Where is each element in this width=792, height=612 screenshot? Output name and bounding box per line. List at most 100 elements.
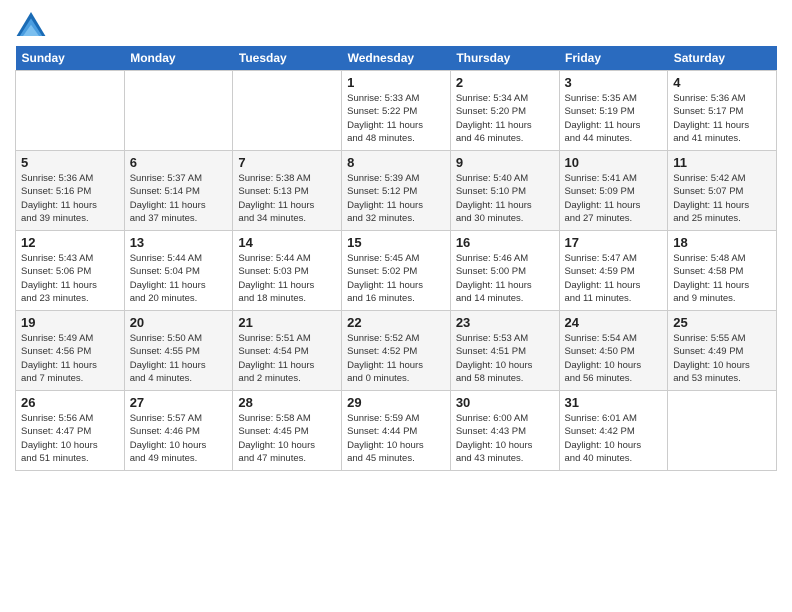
calendar-cell: 7 Sunrise: 5:38 AM Sunset: 5:13 PM Daylig… <box>233 151 342 231</box>
day-info: Sunrise: 5:34 AM Sunset: 5:20 PM Dayligh… <box>456 92 554 145</box>
day-info: Sunrise: 5:37 AM Sunset: 5:14 PM Dayligh… <box>130 172 228 225</box>
day-number: 29 <box>347 395 445 410</box>
day-info: Sunrise: 5:55 AM Sunset: 4:49 PM Dayligh… <box>673 332 771 385</box>
calendar-cell: 27 Sunrise: 5:57 AM Sunset: 4:46 PM Dayli… <box>124 391 233 471</box>
day-info: Sunrise: 5:43 AM Sunset: 5:06 PM Dayligh… <box>21 252 119 305</box>
day-number: 16 <box>456 235 554 250</box>
day-info: Sunrise: 5:36 AM Sunset: 5:16 PM Dayligh… <box>21 172 119 225</box>
calendar-cell: 26 Sunrise: 5:56 AM Sunset: 4:47 PM Dayli… <box>16 391 125 471</box>
day-number: 15 <box>347 235 445 250</box>
calendar-cell <box>233 71 342 151</box>
week-row-3: 12 Sunrise: 5:43 AM Sunset: 5:06 PM Dayli… <box>16 231 777 311</box>
day-info: Sunrise: 5:41 AM Sunset: 5:09 PM Dayligh… <box>565 172 663 225</box>
calendar-cell: 31 Sunrise: 6:01 AM Sunset: 4:42 PM Dayli… <box>559 391 668 471</box>
week-row-4: 19Sunrise: 5:49 AM Sunset: 4:56 PM Dayli… <box>16 311 777 391</box>
day-info: Sunrise: 5:59 AM Sunset: 4:44 PM Dayligh… <box>347 412 445 465</box>
calendar-cell: 20 Sunrise: 5:50 AM Sunset: 4:55 PM Dayli… <box>124 311 233 391</box>
day-number: 23 <box>456 315 554 330</box>
calendar-cell: 9 Sunrise: 5:40 AM Sunset: 5:10 PM Daylig… <box>450 151 559 231</box>
calendar-cell: 13 Sunrise: 5:44 AM Sunset: 5:04 PM Dayli… <box>124 231 233 311</box>
day-number: 5 <box>21 155 119 170</box>
week-row-1: 1 Sunrise: 5:33 AM Sunset: 5:22 PM Daylig… <box>16 71 777 151</box>
day-number: 9 <box>456 155 554 170</box>
day-number: 14 <box>238 235 336 250</box>
calendar-cell: 28 Sunrise: 5:58 AM Sunset: 4:45 PM Dayli… <box>233 391 342 471</box>
day-number: 26 <box>21 395 119 410</box>
day-info: Sunrise: 6:01 AM Sunset: 4:42 PM Dayligh… <box>565 412 663 465</box>
day-number: 8 <box>347 155 445 170</box>
calendar-cell: 12 Sunrise: 5:43 AM Sunset: 5:06 PM Dayli… <box>16 231 125 311</box>
day-header-friday: Friday <box>559 46 668 71</box>
day-info: Sunrise: 5:49 AM Sunset: 4:56 PM Dayligh… <box>21 332 119 385</box>
day-info: Sunrise: 5:44 AM Sunset: 5:03 PM Dayligh… <box>238 252 336 305</box>
day-number: 4 <box>673 75 771 90</box>
calendar-cell <box>668 391 777 471</box>
week-row-5: 26 Sunrise: 5:56 AM Sunset: 4:47 PM Dayli… <box>16 391 777 471</box>
calendar-cell: 10 Sunrise: 5:41 AM Sunset: 5:09 PM Dayli… <box>559 151 668 231</box>
day-number: 22 <box>347 315 445 330</box>
day-number: 2 <box>456 75 554 90</box>
day-info: Sunrise: 5:54 AM Sunset: 4:50 PM Dayligh… <box>565 332 663 385</box>
week-row-2: 5 Sunrise: 5:36 AM Sunset: 5:16 PM Daylig… <box>16 151 777 231</box>
calendar-cell: 17 Sunrise: 5:47 AM Sunset: 4:59 PM Dayli… <box>559 231 668 311</box>
day-header-monday: Monday <box>124 46 233 71</box>
day-number: 12 <box>21 235 119 250</box>
day-number: 17 <box>565 235 663 250</box>
day-number: 20 <box>130 315 228 330</box>
day-info: Sunrise: 5:51 AM Sunset: 4:54 PM Dayligh… <box>238 332 336 385</box>
day-number: 30 <box>456 395 554 410</box>
day-info: Sunrise: 5:44 AM Sunset: 5:04 PM Dayligh… <box>130 252 228 305</box>
calendar-cell: 11Sunrise: 5:42 AM Sunset: 5:07 PM Dayli… <box>668 151 777 231</box>
calendar-cell: 8 Sunrise: 5:39 AM Sunset: 5:12 PM Daylig… <box>342 151 451 231</box>
day-number: 27 <box>130 395 228 410</box>
day-number: 3 <box>565 75 663 90</box>
day-info: Sunrise: 5:46 AM Sunset: 5:00 PM Dayligh… <box>456 252 554 305</box>
calendar-cell: 30 Sunrise: 6:00 AM Sunset: 4:43 PM Dayli… <box>450 391 559 471</box>
day-number: 7 <box>238 155 336 170</box>
calendar-cell: 1 Sunrise: 5:33 AM Sunset: 5:22 PM Daylig… <box>342 71 451 151</box>
calendar-cell: 15 Sunrise: 5:45 AM Sunset: 5:02 PM Dayli… <box>342 231 451 311</box>
day-number: 11 <box>673 155 771 170</box>
calendar-cell: 24 Sunrise: 5:54 AM Sunset: 4:50 PM Dayli… <box>559 311 668 391</box>
day-number: 24 <box>565 315 663 330</box>
day-number: 1 <box>347 75 445 90</box>
day-header-saturday: Saturday <box>668 46 777 71</box>
calendar-cell: 25 Sunrise: 5:55 AM Sunset: 4:49 PM Dayli… <box>668 311 777 391</box>
calendar-cell: 6 Sunrise: 5:37 AM Sunset: 5:14 PM Daylig… <box>124 151 233 231</box>
calendar-cell: 4 Sunrise: 5:36 AM Sunset: 5:17 PM Daylig… <box>668 71 777 151</box>
day-number: 21 <box>238 315 336 330</box>
day-info: Sunrise: 5:38 AM Sunset: 5:13 PM Dayligh… <box>238 172 336 225</box>
day-header-wednesday: Wednesday <box>342 46 451 71</box>
calendar-cell <box>124 71 233 151</box>
day-info: Sunrise: 5:36 AM Sunset: 5:17 PM Dayligh… <box>673 92 771 145</box>
calendar-cell: 21 Sunrise: 5:51 AM Sunset: 4:54 PM Dayli… <box>233 311 342 391</box>
day-header-sunday: Sunday <box>16 46 125 71</box>
calendar-cell: 29 Sunrise: 5:59 AM Sunset: 4:44 PM Dayli… <box>342 391 451 471</box>
day-number: 6 <box>130 155 228 170</box>
calendar-cell: 23Sunrise: 5:53 AM Sunset: 4:51 PM Dayli… <box>450 311 559 391</box>
day-info: Sunrise: 5:58 AM Sunset: 4:45 PM Dayligh… <box>238 412 336 465</box>
day-number: 13 <box>130 235 228 250</box>
day-number: 18 <box>673 235 771 250</box>
day-header-thursday: Thursday <box>450 46 559 71</box>
day-info: Sunrise: 5:52 AM Sunset: 4:52 PM Dayligh… <box>347 332 445 385</box>
logo <box>15 10 51 38</box>
calendar-cell: 3 Sunrise: 5:35 AM Sunset: 5:19 PM Daylig… <box>559 71 668 151</box>
day-number: 28 <box>238 395 336 410</box>
day-info: Sunrise: 5:47 AM Sunset: 4:59 PM Dayligh… <box>565 252 663 305</box>
day-number: 10 <box>565 155 663 170</box>
day-info: Sunrise: 5:39 AM Sunset: 5:12 PM Dayligh… <box>347 172 445 225</box>
calendar-cell: 22 Sunrise: 5:52 AM Sunset: 4:52 PM Dayli… <box>342 311 451 391</box>
day-info: Sunrise: 5:48 AM Sunset: 4:58 PM Dayligh… <box>673 252 771 305</box>
day-number: 25 <box>673 315 771 330</box>
day-info: Sunrise: 5:57 AM Sunset: 4:46 PM Dayligh… <box>130 412 228 465</box>
day-number: 31 <box>565 395 663 410</box>
day-info: Sunrise: 5:33 AM Sunset: 5:22 PM Dayligh… <box>347 92 445 145</box>
calendar-cell: 19Sunrise: 5:49 AM Sunset: 4:56 PM Dayli… <box>16 311 125 391</box>
day-info: Sunrise: 5:45 AM Sunset: 5:02 PM Dayligh… <box>347 252 445 305</box>
day-info: Sunrise: 5:50 AM Sunset: 4:55 PM Dayligh… <box>130 332 228 385</box>
day-info: Sunrise: 5:40 AM Sunset: 5:10 PM Dayligh… <box>456 172 554 225</box>
day-info: Sunrise: 5:56 AM Sunset: 4:47 PM Dayligh… <box>21 412 119 465</box>
day-info: Sunrise: 6:00 AM Sunset: 4:43 PM Dayligh… <box>456 412 554 465</box>
day-info: Sunrise: 5:35 AM Sunset: 5:19 PM Dayligh… <box>565 92 663 145</box>
